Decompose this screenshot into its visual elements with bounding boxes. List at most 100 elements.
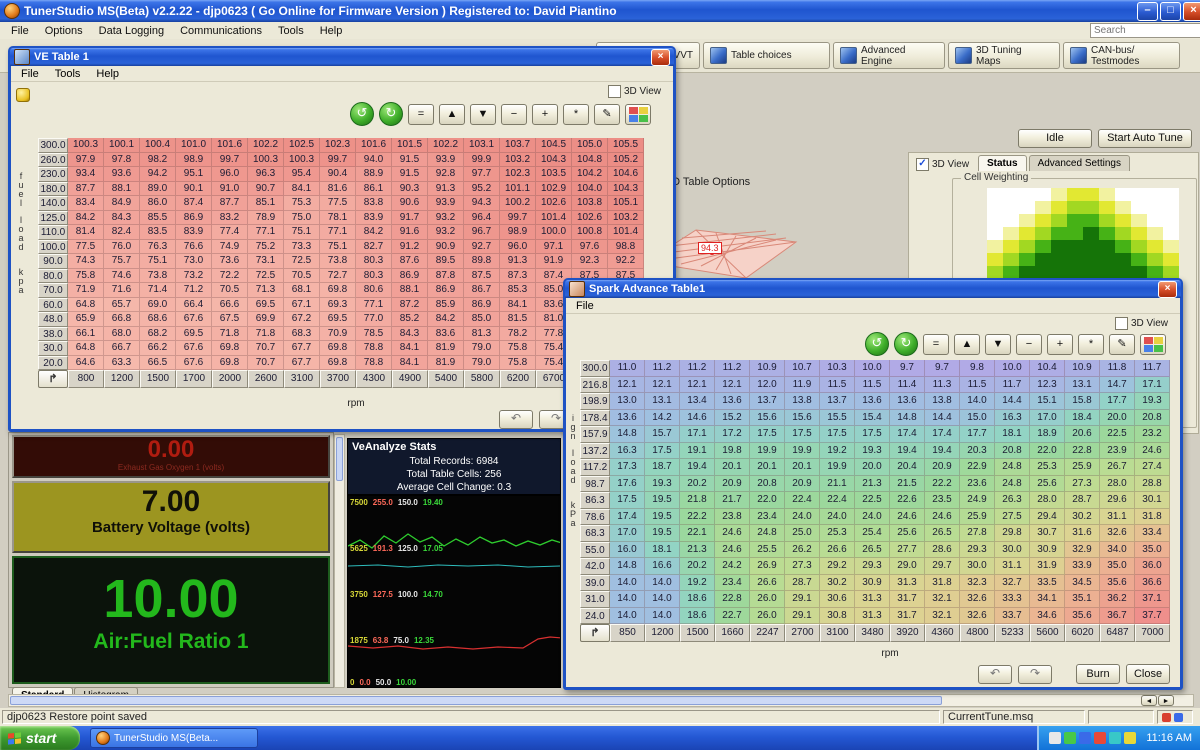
ve-close-button[interactable]: × [651, 49, 670, 66]
ve-cell[interactable]: 70.5 [284, 269, 320, 284]
ve-cell[interactable]: 97.7 [464, 167, 500, 182]
ve-row-header[interactable]: 80.0 [38, 269, 68, 284]
spark-cell[interactable]: 18.4 [1065, 410, 1100, 427]
ve-cell[interactable]: 91.3 [500, 254, 536, 269]
ve-cell[interactable]: 105.2 [608, 153, 644, 168]
spark-cell[interactable]: 35.6 [1100, 575, 1135, 592]
ve-cell[interactable]: 69.5 [176, 327, 212, 342]
menu-help[interactable]: Help [313, 24, 350, 38]
spark-cell[interactable]: 22.7 [715, 608, 750, 625]
spark-cell[interactable]: 26.7 [1100, 459, 1135, 476]
ve-cell[interactable]: 76.6 [176, 240, 212, 255]
ve-cell[interactable]: 83.2 [212, 211, 248, 226]
spark-cell[interactable]: 14.0 [610, 575, 645, 592]
increment-button[interactable]: ▲ [954, 334, 980, 355]
ve-cell[interactable]: 66.5 [140, 356, 176, 371]
ve-cell[interactable]: 84.1 [500, 298, 536, 313]
ve-cell[interactable]: 69.9 [248, 312, 284, 327]
spark-cell[interactable]: 21.7 [715, 492, 750, 509]
spark-col-header[interactable]: 2247 [750, 624, 785, 642]
ve-cell[interactable]: 86.1 [356, 182, 392, 197]
ve-cell[interactable]: 63.3 [104, 356, 140, 371]
tray-icon-2[interactable] [1064, 732, 1076, 744]
spark-cell[interactable]: 11.0 [610, 360, 645, 377]
spark-cell[interactable]: 11.4 [890, 377, 925, 394]
ve-cell[interactable]: 101.0 [176, 138, 212, 153]
ve-col-header[interactable]: 2600 [248, 370, 284, 388]
ve-row-header[interactable]: 60.0 [38, 298, 68, 313]
spark-cell[interactable]: 32.1 [925, 591, 960, 608]
ve-cell[interactable]: 101.1 [500, 182, 536, 197]
ve-cell[interactable]: 84.2 [356, 225, 392, 240]
ve-cell[interactable]: 71.9 [68, 283, 104, 298]
ve-cell[interactable]: 84.3 [104, 211, 140, 226]
spark-cell[interactable]: 14.8 [610, 426, 645, 443]
spark-col-header[interactable]: 7000 [1135, 624, 1170, 642]
ve-cell[interactable]: 100.0 [536, 225, 572, 240]
spark-col-header[interactable]: 3100 [820, 624, 855, 642]
spark-cell[interactable]: 30.8 [820, 608, 855, 625]
spark-cell[interactable]: 16.0 [610, 542, 645, 559]
ve-cell[interactable]: 72.5 [248, 269, 284, 284]
ve-cell[interactable]: 104.3 [608, 182, 644, 197]
ve-cell[interactable]: 91.3 [428, 182, 464, 197]
spark-close-button[interactable]: × [1158, 281, 1177, 298]
ve-cell[interactable]: 104.3 [536, 153, 572, 168]
ve-row-header[interactable]: 100.0 [38, 240, 68, 255]
spark-cell[interactable]: 26.6 [750, 575, 785, 592]
spark-cell[interactable]: 25.9 [1065, 459, 1100, 476]
spark-cell[interactable]: 15.0 [960, 410, 995, 427]
spark-cell[interactable]: 17.5 [820, 426, 855, 443]
spark-cell[interactable]: 20.1 [750, 459, 785, 476]
menu-options[interactable]: Options [38, 24, 90, 38]
ve-cell[interactable]: 95.4 [284, 167, 320, 182]
spark-cell[interactable]: 33.4 [1135, 525, 1170, 542]
tray-icon-3[interactable] [1079, 732, 1091, 744]
spark-cell[interactable]: 19.9 [785, 443, 820, 460]
spark-cell[interactable]: 20.0 [855, 459, 890, 476]
spark-close-window-button[interactable]: Close [1126, 664, 1170, 684]
ve-cell[interactable]: 97.1 [536, 240, 572, 255]
spark-cell[interactable]: 18.1 [645, 542, 680, 559]
ve-cell[interactable]: 93.2 [428, 211, 464, 226]
spark-cell[interactable]: 11.2 [680, 360, 715, 377]
spark-cell[interactable]: 30.2 [1065, 509, 1100, 526]
spark-cell[interactable]: 29.7 [925, 558, 960, 575]
spark-row-header[interactable]: 157.9 [580, 426, 610, 443]
ve-cell[interactable]: 68.1 [284, 283, 320, 298]
ve-row-header[interactable]: 125.0 [38, 211, 68, 226]
ve-cell[interactable]: 86.9 [176, 211, 212, 226]
spark-cell[interactable]: 25.6 [1030, 476, 1065, 493]
ve-cell[interactable]: 67.1 [284, 298, 320, 313]
ve-cell[interactable]: 67.6 [176, 312, 212, 327]
spark-cell[interactable]: 19.2 [680, 575, 715, 592]
spark-cell[interactable]: 17.5 [750, 426, 785, 443]
spark-cell[interactable]: 30.9 [1030, 542, 1065, 559]
minus-button[interactable]: − [501, 104, 527, 125]
ve-cell[interactable]: 88.1 [392, 283, 428, 298]
ve-cell[interactable]: 90.6 [392, 196, 428, 211]
color-scale-button[interactable] [1140, 334, 1166, 355]
spark-cell[interactable]: 28.6 [925, 542, 960, 559]
spark-cell[interactable]: 33.9 [1065, 558, 1100, 575]
spark-cell[interactable]: 19.4 [890, 443, 925, 460]
ve-cell[interactable]: 91.0 [212, 182, 248, 197]
ve-col-header[interactable]: 4300 [356, 370, 392, 388]
spark-axis-swap-button[interactable]: ↱ [580, 624, 610, 642]
set-value-button[interactable]: = [923, 334, 949, 355]
ve-cell[interactable]: 75.8 [500, 356, 536, 371]
spark-cell[interactable]: 22.4 [820, 492, 855, 509]
spark-cell[interactable]: 15.6 [750, 410, 785, 427]
ve-cell[interactable]: 77.0 [356, 312, 392, 327]
ve-cell[interactable]: 83.4 [68, 196, 104, 211]
spark-cell[interactable]: 17.4 [610, 509, 645, 526]
spark-cell[interactable]: 31.6 [1065, 525, 1100, 542]
spark-cell[interactable]: 15.2 [715, 410, 750, 427]
spark-cell[interactable]: 22.8 [715, 591, 750, 608]
ve-cell[interactable]: 102.5 [284, 138, 320, 153]
ve-cell[interactable]: 71.8 [248, 327, 284, 342]
tray-icon-5[interactable] [1109, 732, 1121, 744]
spark-cell[interactable]: 23.9 [1100, 443, 1135, 460]
spark-cell[interactable]: 34.5 [1065, 575, 1100, 592]
menu-data-logging[interactable]: Data Logging [92, 24, 171, 38]
